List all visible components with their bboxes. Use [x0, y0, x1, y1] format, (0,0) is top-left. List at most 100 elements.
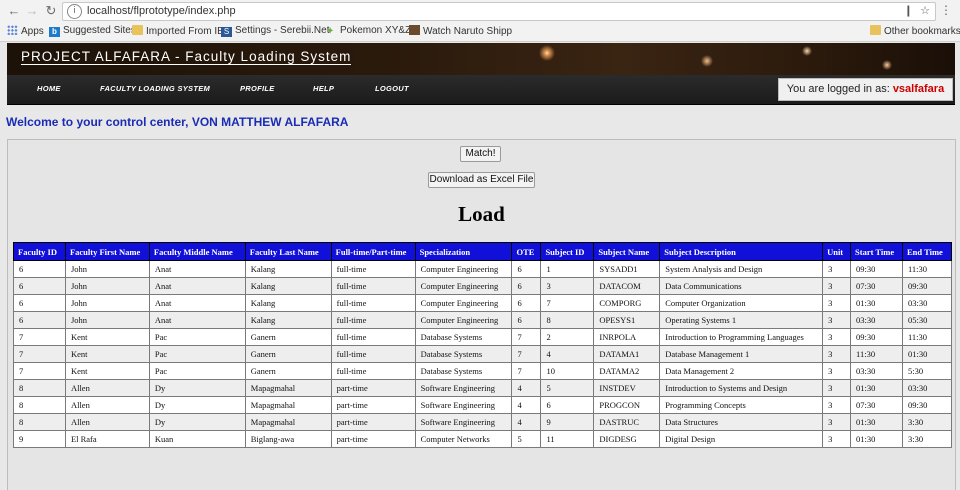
back-icon[interactable]: ← — [6, 3, 22, 19]
table-cell: Dy — [148, 379, 246, 397]
url-text: localhost/flprototype/index.php — [87, 5, 236, 17]
table-cell: Mapagmahal — [244, 413, 332, 431]
table-cell: 7 — [13, 328, 66, 346]
bookmark-apps[interactable]: Apps — [7, 25, 44, 37]
other-bookmarks[interactable]: Other bookmarks — [870, 25, 960, 37]
table-cell: 11 — [540, 430, 595, 448]
table-cell: Database Systems — [414, 362, 513, 380]
bookmark-suggested-sites[interactable]: b Suggested Sites — [49, 25, 136, 37]
bookmark-pokemon[interactable]: ✦ Pokemon XY&Z — [326, 25, 411, 37]
table-cell: 7 — [511, 362, 542, 380]
table-cell: DATAMA2 — [593, 362, 661, 380]
table-cell: Anat — [148, 260, 246, 278]
table-cell: PROGCON — [593, 396, 661, 414]
table-cell: full-time — [330, 311, 416, 329]
reload-icon[interactable]: ↻ — [43, 3, 59, 19]
bookmark-naruto[interactable]: Watch Naruto Shipp — [409, 25, 512, 37]
folder-icon — [870, 25, 881, 35]
table-cell: John — [64, 311, 150, 329]
table-cell: 01:30 — [850, 430, 903, 448]
table-cell: 9 — [13, 430, 66, 448]
table-cell: Ganern — [244, 328, 332, 346]
browser-menu-icon[interactable]: ⋮ — [940, 3, 952, 17]
table-cell: Kalang — [244, 294, 332, 312]
table-cell: 7 — [540, 294, 595, 312]
bookmark-label: Apps — [21, 26, 44, 37]
table-cell: 3 — [822, 328, 852, 346]
star-icon[interactable]: ☆ — [920, 4, 930, 17]
table-cell: Pac — [148, 362, 246, 380]
column-header: OTE — [511, 242, 542, 261]
table-cell: 5:30 — [901, 362, 953, 380]
login-prefix: You are logged in as: — [786, 83, 893, 95]
table-cell: Introduction to Programming Languages — [659, 328, 824, 346]
welcome-message: Welcome to your control center, VON MATT… — [6, 115, 349, 129]
table-cell: 3 — [822, 311, 852, 329]
forward-icon[interactable]: → — [24, 3, 40, 19]
table-header-row: Faculty ID Faculty First Name Faculty Mi… — [13, 242, 953, 261]
table-cell: Software Engineering — [414, 379, 513, 397]
table-cell: Introduction to Systems and Design — [659, 379, 824, 397]
table-cell: part-time — [330, 413, 416, 431]
download-excel-button[interactable]: Download as Excel File — [428, 172, 535, 188]
table-cell: Computer Engineering — [414, 294, 513, 312]
table-cell: 01:30 — [850, 379, 903, 397]
bookmark-serebii[interactable]: S Settings - Serebii.Net — [221, 25, 330, 37]
nav-profile[interactable]: PROFILE — [240, 84, 275, 93]
table-cell: Kent — [64, 345, 150, 363]
table-cell: Anat — [148, 277, 246, 295]
table-cell: 6 — [511, 311, 542, 329]
column-header: Subject Description — [659, 242, 824, 261]
nav-faculty-loading-system[interactable]: FACULTY LOADING SYSTEM — [100, 84, 210, 93]
column-header: End Time — [901, 242, 953, 261]
pin-icon[interactable]: ❙ — [904, 4, 913, 17]
table-cell: full-time — [330, 260, 416, 278]
table-cell: full-time — [330, 345, 416, 363]
apps-icon — [7, 25, 18, 35]
nav-logout[interactable]: LOGOUT — [375, 84, 409, 93]
info-icon[interactable]: i — [67, 4, 82, 19]
control-panel: Match! Download as Excel File Load Facul… — [7, 139, 956, 490]
table-cell: Database Management 1 — [659, 345, 824, 363]
table-cell: Anat — [148, 294, 246, 312]
table-cell: 10 — [540, 362, 595, 380]
table-cell: Dy — [148, 396, 246, 414]
table-cell: John — [64, 294, 150, 312]
table-row: 6 John Anat Kalang full-time Computer Enginee… — [13, 277, 953, 295]
folder-icon — [132, 25, 143, 35]
match-button[interactable]: Match! — [460, 146, 501, 162]
table-cell: 5 — [540, 379, 595, 397]
bookmark-label: Settings - Serebii.Net — [235, 25, 330, 36]
table-row: 7 Kent Pac Ganern full-time Database Systems 7… — [13, 328, 953, 346]
table-cell: Kent — [64, 362, 150, 380]
table-cell: 3:30 — [901, 413, 953, 431]
table-cell: INRPOLA — [593, 328, 661, 346]
naruto-icon — [409, 25, 420, 35]
table-cell: OPESYS1 — [593, 311, 661, 329]
bookmark-imported-from-ie[interactable]: Imported From IE — [132, 25, 224, 37]
table-cell: part-time — [330, 379, 416, 397]
table-row: 9 El Rafa Kuan Biglang-awa part-time Computer… — [13, 430, 953, 448]
table-cell: Database Systems — [414, 328, 513, 346]
bookmark-label: Pokemon XY&Z — [340, 25, 412, 36]
table-cell: Allen — [64, 413, 150, 431]
table-cell: 3 — [540, 277, 595, 295]
table-cell: 7 — [13, 345, 66, 363]
table-cell: 4 — [511, 396, 542, 414]
table-cell: 01:30 — [901, 345, 953, 363]
table-cell: Mapagmahal — [244, 379, 332, 397]
column-header: Unit — [822, 242, 852, 261]
load-table-body: 6 John Anat Kalang full-time Computer Enginee… — [13, 260, 953, 448]
table-cell: Computer Engineering — [414, 277, 513, 295]
table-cell: 4 — [540, 345, 595, 363]
table-cell: DATACOM — [593, 277, 661, 295]
nav-home[interactable]: HOME — [37, 84, 61, 93]
table-cell: DASTRUC — [593, 413, 661, 431]
table-cell: 3 — [822, 379, 852, 397]
address-bar[interactable]: i localhost/flprototype/index.php ❙ ☆ — [62, 2, 936, 21]
nav-help[interactable]: HELP — [313, 84, 334, 93]
table-cell: Kalang — [244, 311, 332, 329]
table-row: 6 John Anat Kalang full-time Computer Enginee… — [13, 294, 953, 312]
table-cell: John — [64, 260, 150, 278]
table-cell: full-time — [330, 277, 416, 295]
